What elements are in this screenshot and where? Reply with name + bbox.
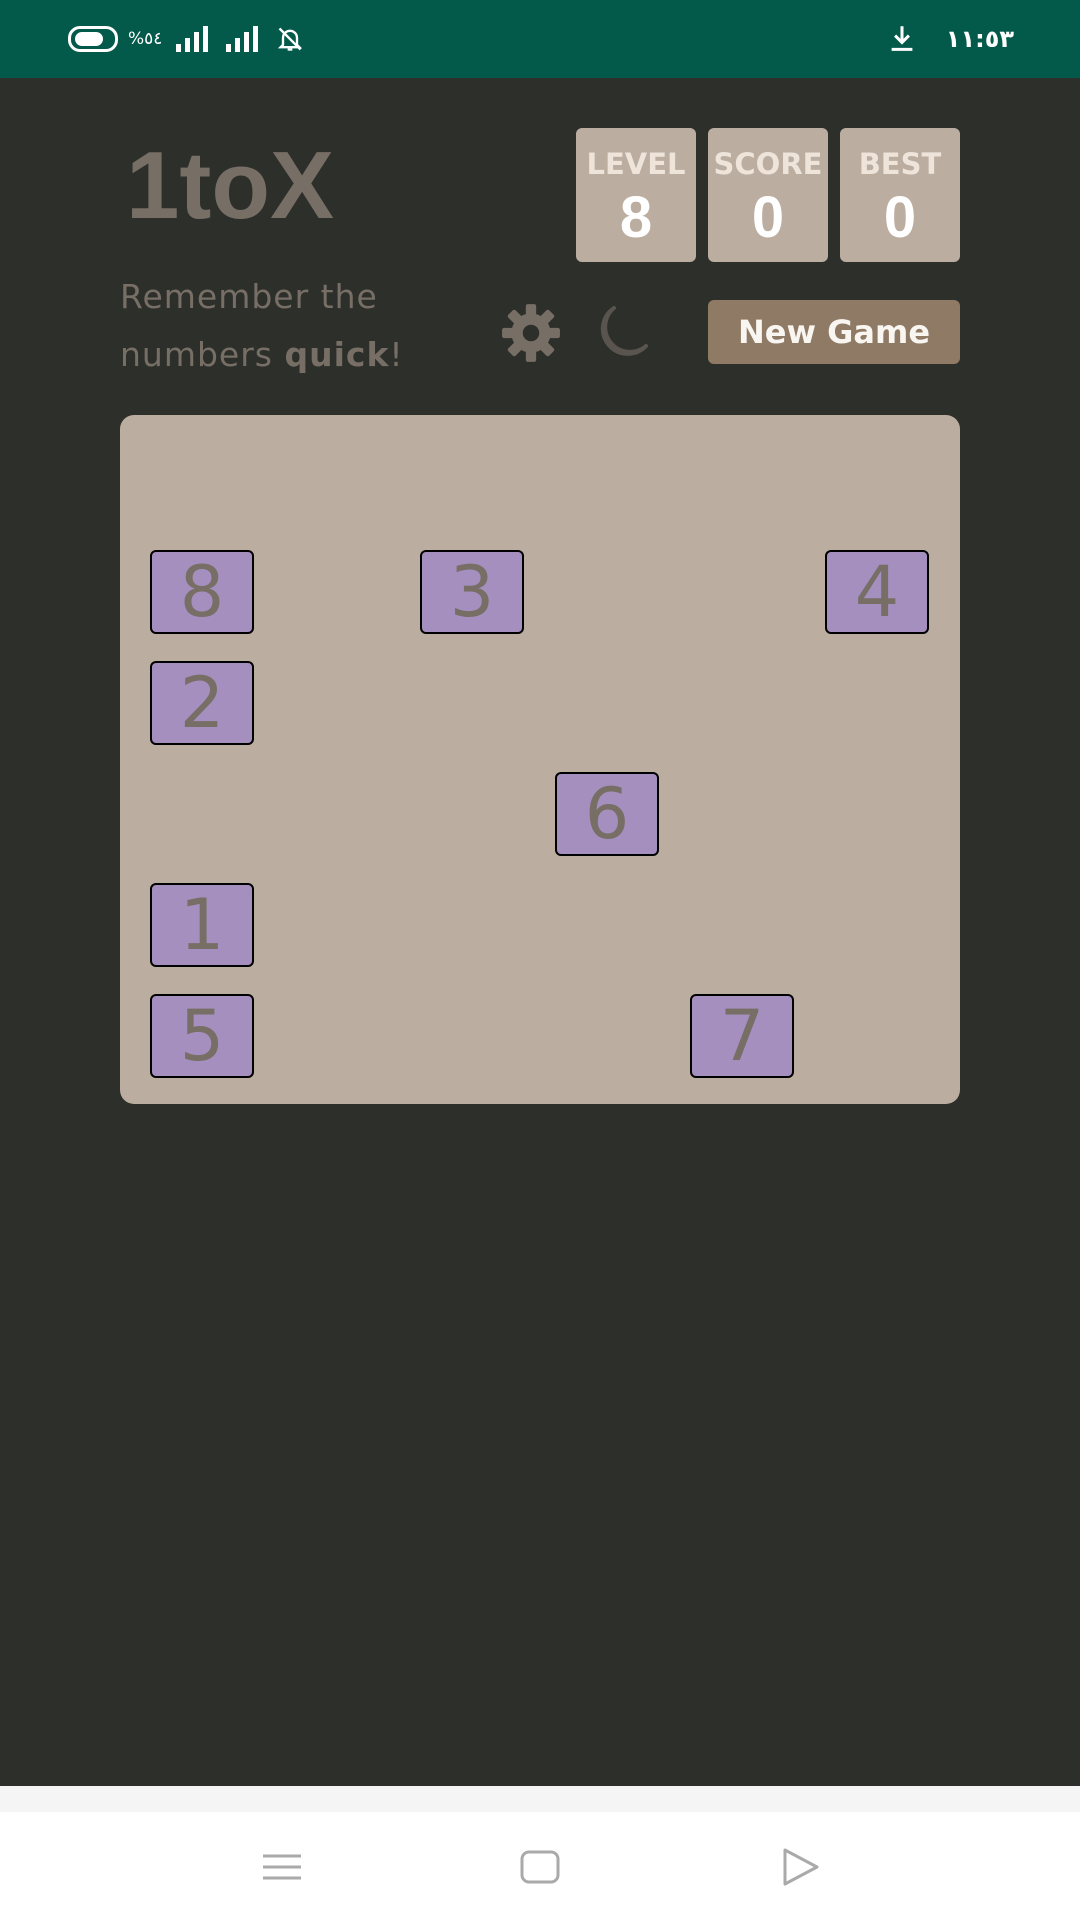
status-right: ١١:٥٣ <box>888 0 1014 78</box>
new-game-button[interactable]: New Game <box>708 300 960 364</box>
status-time: ١١:٥٣ <box>945 25 1014 53</box>
tagline-bold: quick <box>284 335 390 374</box>
number-tile-5[interactable]: 5 <box>150 994 254 1078</box>
back-icon[interactable] <box>775 1842 825 1892</box>
level-label: LEVEL <box>586 147 686 181</box>
level-value: 8 <box>619 185 653 250</box>
score-value: 0 <box>751 185 785 250</box>
number-tile-6[interactable]: 6 <box>555 772 659 856</box>
status-left: %٥٤ <box>68 0 304 78</box>
best-box: BEST 0 <box>840 128 960 262</box>
battery-percent: %٥٤ <box>128 29 163 49</box>
best-label: BEST <box>858 147 942 181</box>
menu-icon[interactable] <box>257 1842 307 1892</box>
number-tile-2[interactable]: 2 <box>150 661 254 745</box>
bell-muted-icon <box>278 27 303 51</box>
status-bar: %٥٤ ١١:٥٣ <box>0 0 1080 78</box>
number-tile-3[interactable]: 3 <box>420 550 524 634</box>
score-label: SCORE <box>713 147 823 181</box>
number-tile-4[interactable]: 4 <box>825 550 929 634</box>
signal-icon <box>176 26 209 52</box>
number-tile-7[interactable]: 7 <box>690 994 794 1078</box>
moon-icon[interactable] <box>588 300 652 364</box>
score-box: SCORE 0 <box>708 128 828 262</box>
app-title: 1toX <box>126 132 335 239</box>
game-board: 8 3 4 2 6 1 5 7 <box>120 415 960 1104</box>
signal-icon <box>226 26 259 52</box>
download-icon <box>891 26 913 51</box>
battery-icon <box>68 26 118 52</box>
navigation-bar <box>0 1812 1080 1920</box>
number-tile-8[interactable]: 8 <box>150 550 254 634</box>
level-box: LEVEL 8 <box>576 128 696 262</box>
best-value: 0 <box>883 185 917 250</box>
nav-divider <box>0 1786 1080 1812</box>
tagline-end: ! <box>389 335 404 374</box>
gear-icon[interactable] <box>500 302 562 364</box>
home-icon[interactable] <box>515 1842 565 1892</box>
tagline: Remember the numbers quick! <box>120 268 460 384</box>
number-tile-1[interactable]: 1 <box>150 883 254 967</box>
